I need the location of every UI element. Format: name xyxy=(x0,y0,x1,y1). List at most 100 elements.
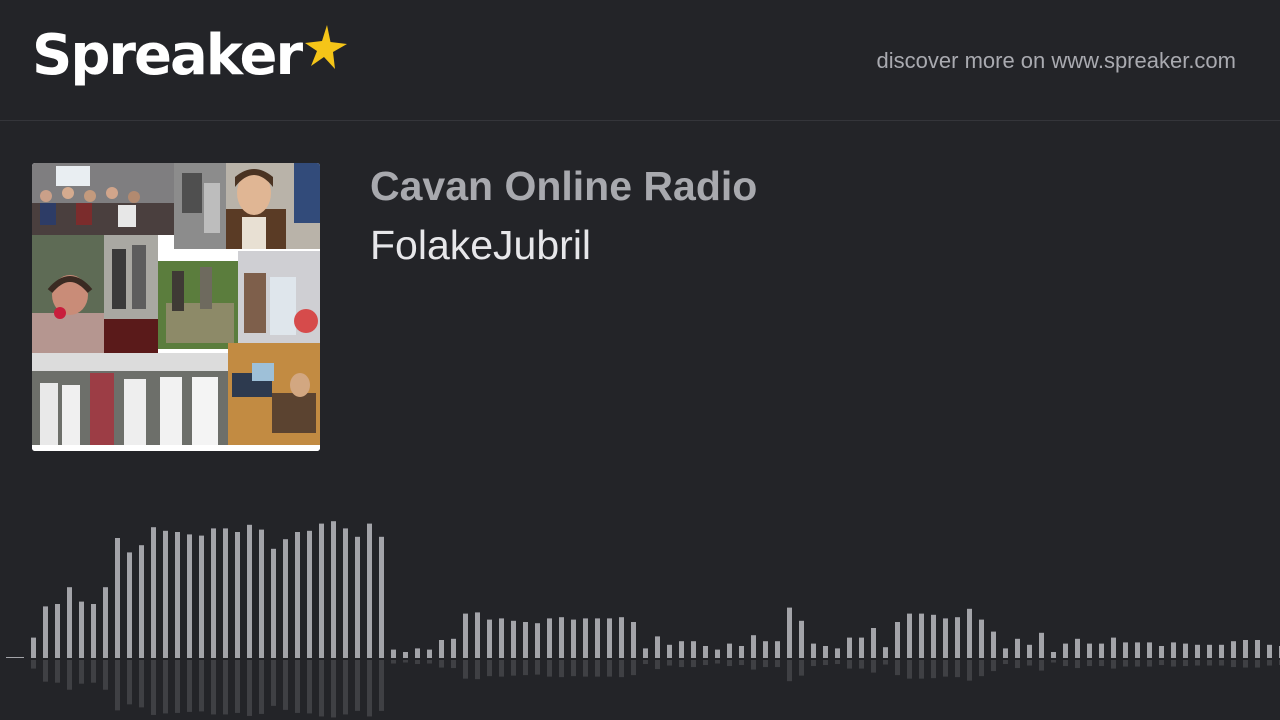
waveform-bar xyxy=(403,652,408,658)
waveform-bar-reflection xyxy=(1123,660,1128,667)
waveform-bar-reflection xyxy=(679,660,684,668)
waveform-bar xyxy=(103,587,108,658)
waveform-bar-reflection xyxy=(295,660,300,713)
waveform-bar xyxy=(1255,640,1260,658)
waveform-bar-reflection xyxy=(547,660,552,677)
waveform-bar xyxy=(235,532,240,658)
waveform-bar-reflection xyxy=(283,660,288,710)
waveform-bar-reflection xyxy=(307,660,312,714)
waveform-bar xyxy=(823,646,828,658)
waveform-bar-reflection xyxy=(199,660,204,712)
waveform-bar-reflection xyxy=(703,660,708,666)
waveform-bar-reflection xyxy=(607,660,612,677)
waveform-bar-reflection xyxy=(319,660,324,717)
waveform-bar xyxy=(631,622,636,658)
waveform-bar-reflection xyxy=(571,660,576,677)
waveform-bar xyxy=(955,617,960,658)
waveform-bar xyxy=(847,637,852,658)
waveform-bar xyxy=(1219,644,1224,658)
waveform-bar xyxy=(463,613,468,658)
waveform-bar-reflection xyxy=(835,660,840,665)
waveform-bar-reflection xyxy=(1015,660,1020,669)
waveform-bar-reflection xyxy=(1171,660,1176,667)
waveform-bar xyxy=(1051,652,1056,658)
waveform-bar-reflection xyxy=(931,660,936,679)
waveform-bar-reflection xyxy=(487,660,492,677)
logo-text: Spreaker xyxy=(32,23,303,88)
waveform-bar xyxy=(187,534,192,658)
waveform-bar-reflection xyxy=(403,660,408,663)
waveform-bar xyxy=(1183,643,1188,658)
waveform-bar xyxy=(439,640,444,658)
waveform-bar xyxy=(163,530,168,658)
waveform-bar-reflection xyxy=(919,660,924,679)
waveform-bar-reflection xyxy=(715,660,720,664)
waveform-bar xyxy=(139,545,144,658)
waveform-bar-reflection xyxy=(235,660,240,713)
waveform-bar xyxy=(919,613,924,658)
waveform-bar xyxy=(151,527,156,658)
waveform-bar xyxy=(1063,643,1068,658)
waveform-bar-reflection xyxy=(31,660,36,669)
waveform-bar-reflection xyxy=(175,660,180,713)
waveform-bar-reflection xyxy=(391,660,396,664)
waveform-bar xyxy=(859,637,864,658)
spreaker-logo[interactable]: Spreaker xyxy=(32,22,349,102)
waveform-bar-reflection xyxy=(475,660,480,680)
waveform-bar-reflection xyxy=(871,660,876,673)
waveform-bar-reflection xyxy=(103,660,108,690)
waveform-bar-reflection xyxy=(67,660,72,690)
waveform-bar xyxy=(571,619,576,658)
waveform-bar xyxy=(667,644,672,658)
waveform-bar-reflection xyxy=(523,660,528,676)
waveform-bar xyxy=(643,648,648,658)
waveform-bar-reflection xyxy=(799,660,804,676)
waveform-bar-reflection xyxy=(1111,660,1116,669)
waveform-bar xyxy=(1147,642,1152,658)
waveform-bar-reflection xyxy=(379,660,384,711)
waveform-bar-reflection xyxy=(955,660,960,678)
waveform-bar xyxy=(835,648,840,658)
waveform-bar-reflection xyxy=(1183,660,1188,667)
waveform-bar-reflection xyxy=(439,660,444,668)
audio-waveform[interactable] xyxy=(0,490,1280,720)
waveform-bar-reflection xyxy=(811,660,816,667)
waveform-bar xyxy=(1015,638,1020,658)
waveform-bar-reflection xyxy=(259,660,264,714)
waveform-bar-reflection xyxy=(751,660,756,670)
waveform-bar xyxy=(895,622,900,658)
waveform-bar xyxy=(295,532,300,658)
episode-cover-image xyxy=(32,163,320,451)
waveform-bar xyxy=(355,536,360,658)
waveform-bar-reflection xyxy=(55,660,60,683)
waveform-bar xyxy=(991,631,996,658)
waveform-bar xyxy=(931,614,936,658)
waveform-bar-reflection xyxy=(1087,660,1092,667)
waveform-bar xyxy=(799,620,804,658)
waveform-bar xyxy=(871,628,876,658)
waveform-bar xyxy=(943,618,948,658)
waveform-bar-reflection xyxy=(451,660,456,669)
discover-link[interactable]: discover more on www.spreaker.com xyxy=(877,44,1236,78)
waveform-bar-reflection xyxy=(823,660,828,666)
waveform-bar-reflection xyxy=(727,660,732,667)
show-title[interactable]: Cavan Online Radio xyxy=(370,160,757,212)
waveform-bar xyxy=(967,608,972,658)
waveform-bar-reflection xyxy=(967,660,972,681)
waveform-bar-reflection xyxy=(559,660,564,678)
waveform-bar xyxy=(1039,632,1044,658)
waveform-bar-reflection xyxy=(331,660,336,718)
waveform-bar-reflection xyxy=(595,660,600,677)
waveform-bar xyxy=(727,643,732,658)
waveform-bar xyxy=(331,521,336,658)
waveform-bar xyxy=(343,528,348,658)
waveform-bar xyxy=(451,638,456,658)
waveform-bar xyxy=(31,637,36,658)
waveform-bar xyxy=(391,649,396,658)
waveform-bar xyxy=(703,646,708,658)
waveform-bar xyxy=(979,619,984,658)
waveform-bar-reflection xyxy=(187,660,192,712)
waveform-bar xyxy=(271,548,276,658)
waveform-bar xyxy=(115,538,120,658)
star-icon xyxy=(305,25,348,69)
